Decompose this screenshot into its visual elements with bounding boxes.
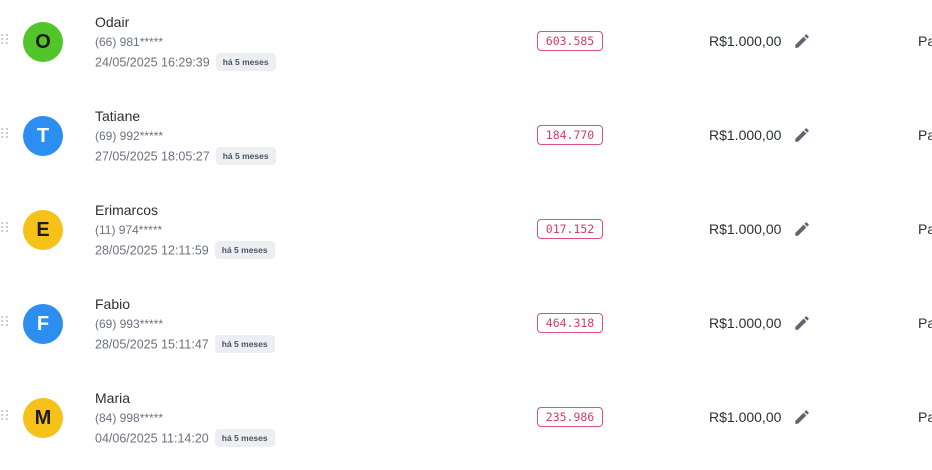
amount: R$1.000,00 [709,221,782,237]
amount: R$1.000,00 [709,409,782,425]
customer-name: Odair [95,14,130,30]
list-item[interactable]: O Odair (66) 981***** 24/05/2025 16:29:3… [0,0,932,94]
created-date: 28/05/2025 15:11:47 há 5 meses [95,335,275,354]
customer-phone: (84) 998***** [95,411,164,425]
customer-phone: (69) 993***** [95,317,164,331]
pencil-icon[interactable] [793,126,811,144]
date-text: 24/05/2025 16:29:39 [95,55,210,70]
status-label: Pa [918,127,932,143]
relative-time-badge: há 5 meses [214,429,275,447]
date-text: 28/05/2025 15:11:47 [95,337,209,352]
ticket-code: 235.986 [537,407,603,427]
relative-time-badge: há 5 meses [214,335,275,353]
pencil-icon[interactable] [793,32,811,50]
relative-time-badge: há 5 meses [215,147,276,165]
created-date: 24/05/2025 16:29:39 há 5 meses [95,53,276,72]
avatar: E [23,210,63,250]
avatar: O [23,22,63,62]
drag-handle-icon[interactable] [1,222,9,236]
created-date: 28/05/2025 12:11:59 há 5 meses [95,241,275,260]
avatar: M [23,398,63,438]
avatar-initial: O [35,30,51,53]
customer-phone: (11) 974***** [95,223,163,237]
drag-handle-icon[interactable] [1,34,9,48]
customer-name: Fabio [95,296,131,312]
status-label: Pa [918,315,932,331]
customer-name: Maria [95,390,131,406]
status-label: Pa [918,409,932,425]
customer-phone: (66) 981***** [95,35,164,49]
date-text: 27/05/2025 18:05:27 [95,149,210,164]
avatar-initial: T [36,124,50,147]
list-item[interactable]: F Fabio (69) 993***** 28/05/2025 15:11:4… [0,282,932,376]
relative-time-badge: há 5 meses [215,53,276,71]
list-item[interactable]: T Tatiane (69) 992***** 27/05/2025 18:05… [0,94,932,188]
pencil-icon[interactable] [793,314,811,332]
date-text: 04/06/2025 11:14:20 [95,431,209,446]
drag-handle-icon[interactable] [1,316,9,330]
avatar: T [23,116,63,156]
customer-list: O Odair (66) 981***** 24/05/2025 16:29:3… [0,0,932,450]
ticket-code: 464.318 [537,313,603,333]
avatar-initial: E [36,218,50,241]
pencil-icon[interactable] [793,408,811,426]
created-date: 27/05/2025 18:05:27 há 5 meses [95,147,276,166]
amount: R$1.000,00 [709,127,782,143]
avatar: F [23,304,63,344]
list-item[interactable]: M Maria (84) 998***** 04/06/2025 11:14:2… [0,376,932,470]
drag-handle-icon[interactable] [1,410,9,424]
amount: R$1.000,00 [709,315,782,331]
customer-phone: (69) 992***** [95,129,164,143]
ticket-code: 603.585 [537,31,603,51]
avatar-initial: F [36,312,50,335]
ticket-code: 017.152 [537,219,603,239]
ticket-code: 184.770 [537,125,603,145]
customer-name: Tatiane [95,108,141,124]
list-item[interactable]: E Erimarcos (11) 974***** 28/05/2025 12:… [0,188,932,282]
status-label: Pa [918,221,932,237]
amount: R$1.000,00 [709,33,782,49]
status-label: Pa [918,33,932,49]
avatar-initial: M [34,406,52,429]
pencil-icon[interactable] [793,220,811,238]
relative-time-badge: há 5 meses [214,241,275,259]
drag-handle-icon[interactable] [1,128,9,142]
date-text: 28/05/2025 12:11:59 [95,243,209,258]
customer-name: Erimarcos [95,202,159,218]
created-date: 04/06/2025 11:14:20 há 5 meses [95,429,275,448]
